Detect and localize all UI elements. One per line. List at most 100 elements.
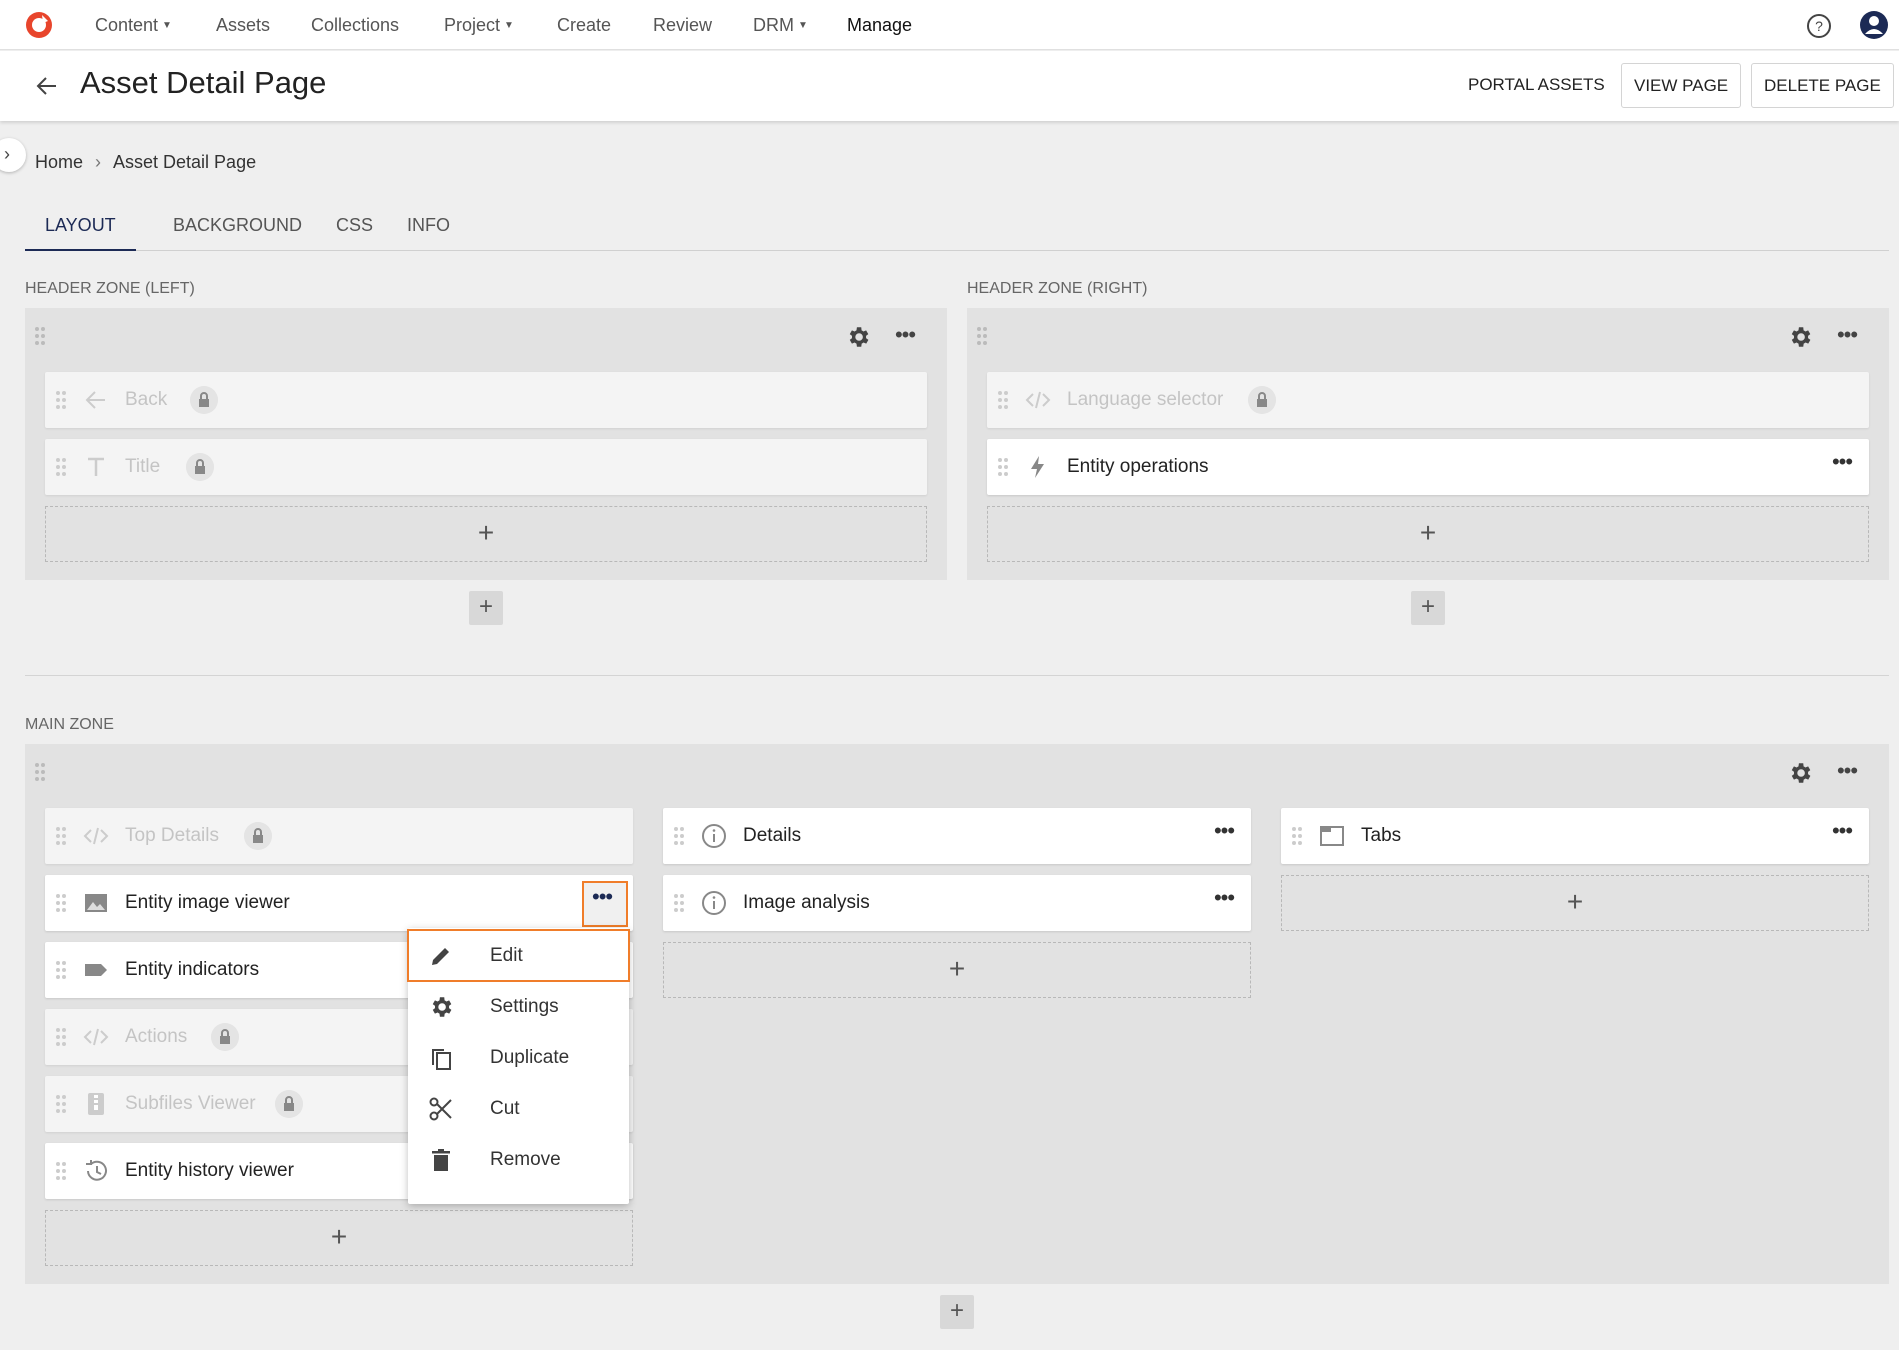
widget-label: Top Details <box>125 825 219 846</box>
more-options-icon[interactable]: ••• <box>1834 760 1860 790</box>
add-widget-slot[interactable]: + <box>1281 875 1869 931</box>
more-options-icon[interactable]: ••• <box>1834 324 1860 354</box>
info-icon <box>702 891 726 915</box>
tab-info[interactable]: INFO <box>387 208 470 251</box>
widget-tabs[interactable]: Tabs ••• <box>1281 808 1869 864</box>
view-page-button[interactable]: VIEW PAGE <box>1621 63 1742 108</box>
zone-label: HEADER ZONE (RIGHT) <box>967 280 1148 297</box>
tab-css[interactable]: CSS <box>316 208 393 251</box>
widget-title[interactable]: Title <box>45 439 927 495</box>
section-divider <box>25 675 1889 676</box>
chevron-right-icon: › <box>4 144 10 164</box>
breadcrumb-home[interactable]: Home <box>35 152 83 172</box>
drag-handle-icon[interactable] <box>55 390 67 410</box>
menu-item-settings[interactable]: Settings <box>408 981 629 1032</box>
drag-handle-icon[interactable] <box>997 390 1009 410</box>
arrow-left-icon <box>85 391 105 409</box>
menu-item-remove[interactable]: Remove <box>408 1134 629 1185</box>
chevron-right-icon: › <box>95 152 102 172</box>
zone-label: MAIN ZONE <box>25 716 114 733</box>
gear-icon[interactable] <box>1787 760 1813 786</box>
nav-assets[interactable]: Assets <box>216 0 270 50</box>
drag-handle-icon[interactable] <box>55 893 67 913</box>
back-arrow-icon[interactable] <box>34 73 60 99</box>
add-widget-slot[interactable]: + <box>45 506 927 562</box>
user-avatar-icon[interactable] <box>1859 10 1889 40</box>
menu-item-duplicate[interactable]: Duplicate <box>408 1032 629 1083</box>
gear-icon[interactable] <box>1787 324 1813 350</box>
drag-handle-icon[interactable] <box>55 457 67 477</box>
duplicate-icon <box>432 1049 451 1070</box>
lock-icon <box>190 386 218 414</box>
info-icon <box>702 824 726 848</box>
nav-manage[interactable]: Manage <box>847 0 912 50</box>
drag-handle-icon[interactable] <box>1291 826 1303 846</box>
add-widget-slot[interactable]: + <box>663 942 1251 998</box>
page-header: Asset Detail Page PORTAL ASSETS VIEW PAG… <box>0 51 1899 121</box>
widget-image-analysis[interactable]: Image analysis ••• <box>663 875 1251 931</box>
add-row-button[interactable]: + <box>1411 591 1445 625</box>
drag-handle-icon[interactable] <box>55 826 67 846</box>
zip-file-icon <box>88 1093 104 1115</box>
widget-entity-image-viewer[interactable]: Entity image viewer <box>45 875 633 931</box>
lock-icon <box>244 822 272 850</box>
help-icon[interactable]: ? <box>1806 13 1832 39</box>
breadcrumb-current[interactable]: Asset Detail Page <box>113 152 256 172</box>
more-options-icon[interactable]: ••• <box>1211 820 1237 845</box>
drag-handle-icon[interactable] <box>977 326 987 346</box>
widget-label: Entity operations <box>1067 456 1209 477</box>
drag-handle-icon[interactable] <box>35 326 45 346</box>
nav-drm[interactable]: DRM ▼ <box>753 0 808 50</box>
main-zone: ••• Top Details Entity image viewer Enti… <box>25 744 1889 1284</box>
widget-label: Entity image viewer <box>125 892 290 913</box>
add-row-button[interactable]: + <box>940 1295 974 1329</box>
drag-handle-icon[interactable] <box>55 960 67 980</box>
lightning-icon <box>1031 456 1044 478</box>
more-options-icon[interactable]: ••• <box>1829 451 1855 476</box>
gear-icon[interactable] <box>845 324 871 350</box>
delete-page-button[interactable]: DELETE PAGE <box>1751 63 1894 108</box>
more-options-icon[interactable]: ••• <box>892 324 918 354</box>
sidebar-toggle[interactable]: › <box>0 138 26 172</box>
top-navigation: Content ▼ Assets Collections Project ▼ Cre… <box>0 0 1899 50</box>
widget-top-details[interactable]: Top Details <box>45 808 633 864</box>
add-widget-slot[interactable]: + <box>987 506 1869 562</box>
more-options-icon[interactable]: ••• <box>1829 820 1855 845</box>
portal-assets-button[interactable]: PORTAL ASSETS <box>1456 63 1617 108</box>
drag-handle-icon[interactable] <box>55 1027 67 1047</box>
drag-handle-icon[interactable] <box>673 826 685 846</box>
menu-item-edit[interactable]: Edit <box>407 929 630 982</box>
chevron-down-icon: ▼ <box>798 20 808 32</box>
widget-language-selector[interactable]: Language selector <box>987 372 1869 428</box>
tab-layout[interactable]: LAYOUT <box>25 208 136 251</box>
more-options-icon: ••• <box>592 884 613 909</box>
add-widget-slot[interactable]: + <box>45 1210 633 1266</box>
nav-content[interactable]: Content ▼ <box>95 0 172 50</box>
widget-back[interactable]: Back <box>45 372 927 428</box>
menu-item-cut[interactable]: Cut <box>408 1083 629 1134</box>
tab-background[interactable]: BACKGROUND <box>153 208 322 251</box>
nav-project[interactable]: Project ▼ <box>444 0 514 50</box>
add-row-button[interactable]: + <box>469 591 503 625</box>
drag-handle-icon[interactable] <box>673 893 685 913</box>
text-icon <box>88 457 104 476</box>
image-icon <box>85 894 107 912</box>
context-menu: Edit Settings Duplicate Cut Remove <box>407 928 630 1204</box>
drag-handle-icon[interactable] <box>35 762 45 782</box>
drag-handle-icon[interactable] <box>55 1161 67 1181</box>
widget-more-button-highlighted[interactable]: ••• <box>582 881 628 927</box>
widget-details[interactable]: Details ••• <box>663 808 1251 864</box>
pencil-icon <box>432 948 449 965</box>
drag-handle-icon[interactable] <box>997 457 1009 477</box>
widget-label: Language selector <box>1067 389 1224 410</box>
more-options-icon[interactable]: ••• <box>1211 887 1237 912</box>
drag-handle-icon[interactable] <box>55 1094 67 1114</box>
brand-logo-icon[interactable] <box>24 10 54 40</box>
nav-review[interactable]: Review <box>653 0 712 50</box>
widget-entity-operations[interactable]: Entity operations ••• <box>987 439 1869 495</box>
chevron-down-icon: ▼ <box>504 20 514 32</box>
widget-label: Details <box>743 825 802 846</box>
nav-create[interactable]: Create <box>557 0 611 50</box>
zone-label: HEADER ZONE (LEFT) <box>25 280 195 297</box>
nav-collections[interactable]: Collections <box>311 0 399 50</box>
